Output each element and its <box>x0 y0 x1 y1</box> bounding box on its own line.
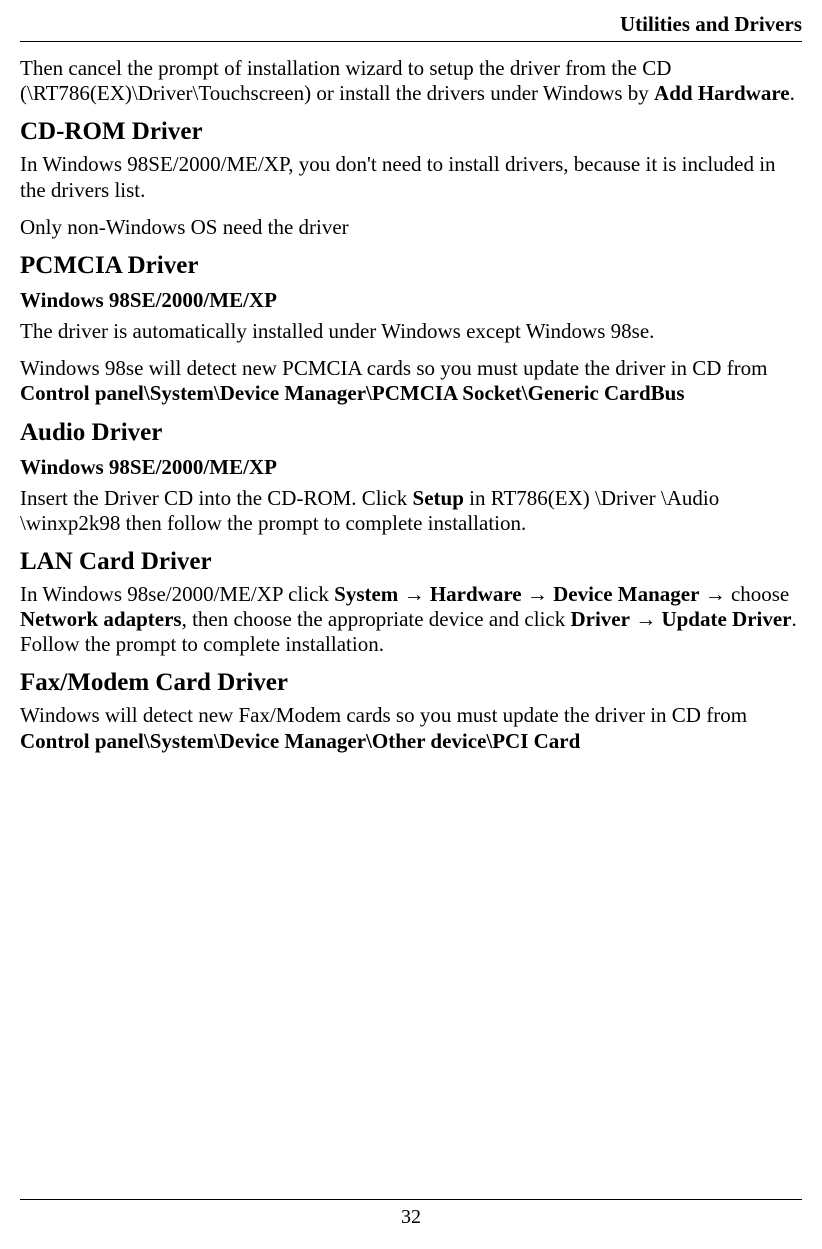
lan-p1-e: choose <box>731 582 789 606</box>
lan-p1: In Windows 98se/2000/ME/XP click System … <box>20 582 802 658</box>
audio-p1-a: Insert the Driver CD into the CD-ROM. Cl… <box>20 486 413 510</box>
audio-heading: Audio Driver <box>20 419 802 447</box>
cdrom-p1: In Windows 98SE/2000/ME/XP, you don't ne… <box>20 152 802 202</box>
lan-arrow4: → <box>630 607 662 631</box>
pcmcia-p1: The driver is automatically installed un… <box>20 319 802 344</box>
fax-p1: Windows will detect new Fax/Modem cards … <box>20 703 802 753</box>
lan-driver: Driver <box>570 607 629 631</box>
lan-heading: LAN Card Driver <box>20 548 802 576</box>
pcmcia-p2-text: Windows 98se will detect new PCMCIA card… <box>20 356 767 380</box>
page-number: 32 <box>401 1206 421 1228</box>
cdrom-p2: Only non-Windows OS need the driver <box>20 215 802 240</box>
lan-p1-g: , then choose the appropriate device and… <box>182 607 571 631</box>
audio-p1: Insert the Driver CD into the CD-ROM. Cl… <box>20 486 802 536</box>
document-page: Utilities and Drivers Then cancel the pr… <box>0 0 822 1249</box>
pcmcia-p2: Windows 98se will detect new PCMCIA card… <box>20 356 802 406</box>
page-header: Utilities and Drivers <box>20 12 802 42</box>
lan-arrow2: → <box>522 582 554 606</box>
pcmcia-p2-bold: Control panel\System\Device Manager\PCMC… <box>20 381 685 405</box>
lan-device-manager: Device Manager <box>553 582 699 606</box>
audio-p1-b: Setup <box>413 486 464 510</box>
fax-p1-b: Control panel\System\Device Manager\Othe… <box>20 729 580 753</box>
lan-p1-a: In Windows 98se/2000/ME/XP click <box>20 582 334 606</box>
page-content: Then cancel the prompt of installation w… <box>20 50 802 1179</box>
lan-update-driver: Update Driver <box>661 607 791 631</box>
intro-text-end: . <box>790 81 795 105</box>
audio-subheading: Windows 98SE/2000/ME/XP <box>20 455 802 480</box>
lan-system: System <box>334 582 398 606</box>
lan-hardware: Hardware <box>430 582 522 606</box>
lan-arrow1: → <box>398 582 430 606</box>
pcmcia-subheading: Windows 98SE/2000/ME/XP <box>20 288 802 313</box>
intro-paragraph: Then cancel the prompt of installation w… <box>20 56 802 106</box>
header-title: Utilities and Drivers <box>620 12 802 36</box>
cdrom-heading: CD-ROM Driver <box>20 118 802 146</box>
intro-bold: Add Hardware <box>654 81 790 105</box>
page-footer: 32 <box>20 1199 802 1229</box>
lan-network-adapters: Network adapters <box>20 607 182 631</box>
pcmcia-heading: PCMCIA Driver <box>20 252 802 280</box>
intro-text: Then cancel the prompt of installation w… <box>20 56 671 105</box>
lan-arrow3: → <box>699 582 731 606</box>
fax-heading: Fax/Modem Card Driver <box>20 669 802 697</box>
fax-p1-a: Windows will detect new Fax/Modem cards … <box>20 703 747 727</box>
